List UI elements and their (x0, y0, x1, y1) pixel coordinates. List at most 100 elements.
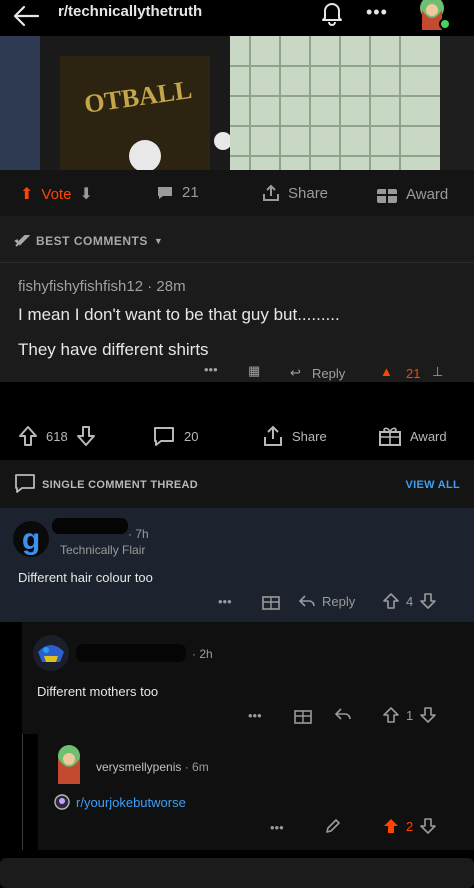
award-label: Award (410, 428, 447, 444)
award-button[interactable]: Award (378, 425, 447, 447)
upvote-icon: ▲ (380, 364, 393, 379)
comment-action-bar: 618 20 Share Award (0, 382, 474, 460)
post-award-button[interactable]: Award (376, 184, 448, 204)
best-comments-sort[interactable]: BEST COMMENTS ▼ (14, 234, 163, 248)
comment-3-votes: 2 (382, 817, 437, 835)
comment-1-time: 7h (135, 527, 149, 541)
share-label: Share (292, 428, 327, 444)
reply-icon[interactable] (334, 706, 352, 722)
gift-icon[interactable] (294, 706, 312, 724)
quoted-author: fishyfishyfishfish12 (18, 278, 144, 295)
upvote-arrow-icon[interactable] (18, 425, 38, 447)
comment-time: · 7h (128, 527, 149, 541)
post-award-label: Award (406, 185, 449, 203)
post-share-button[interactable]: Share (262, 184, 328, 202)
bottom-reply-area (0, 850, 474, 888)
downvote-arrow-icon[interactable] (76, 425, 96, 447)
reply-icon: ↩ (290, 365, 301, 380)
quoted-time: 28m (156, 278, 186, 295)
downvote-icon: ⊥ (432, 364, 444, 379)
downvote-icon[interactable]: ⬇ (79, 184, 92, 204)
gift-icon: ▦ (248, 363, 261, 378)
post-comments-button[interactable]: 21 (156, 184, 199, 201)
gift-icon[interactable] (262, 592, 280, 610)
comment-3-meta: verysmellypenis · 6m (96, 760, 209, 774)
subreddit-link-text: r/yourjokebutworse (76, 794, 186, 810)
downvote-arrow-icon[interactable] (419, 592, 437, 610)
comment-2: · 2h Different mothers too ••• 1 (22, 622, 474, 734)
chevron-down-icon: ▼ (153, 236, 164, 246)
edit-pencil-icon[interactable] (324, 817, 342, 835)
comment-count: 20 (184, 428, 199, 444)
reply-label: Reply (322, 593, 356, 609)
view-all-link[interactable]: VIEW ALL (405, 479, 460, 491)
back-arrow-icon[interactable] (12, 4, 40, 28)
quoted-reply-label: Reply (312, 366, 346, 381)
quoted-score: 21 (406, 366, 421, 381)
more-options-icon[interactable]: ••• (366, 2, 388, 23)
reply-icon (298, 595, 315, 607)
user-avatar[interactable] (414, 0, 450, 30)
quoted-comment-actions: ••• ▦ ↩ Reply ▲ 21 ⊥ (0, 362, 474, 382)
comment-1-text: Different hair colour too (18, 570, 153, 585)
comment-3-score: 2 (406, 818, 414, 834)
downvote-arrow-icon[interactable] (419, 817, 437, 835)
upvote-arrow-icon[interactable] (382, 592, 400, 610)
upvote-arrow-icon[interactable] (382, 706, 400, 724)
upvote-icon[interactable]: ⬆ (20, 184, 33, 204)
user-avatar[interactable] (32, 634, 70, 672)
share-icon (263, 184, 279, 201)
top-bar: r/technicallythetruth ••• (0, 0, 474, 36)
vote-control: 618 (18, 425, 96, 447)
comment-1-votes: 4 (382, 592, 437, 610)
gift-icon (379, 427, 401, 446)
quoted-comment-line-2: They have different shirts (18, 340, 209, 359)
comment-2-text: Different mothers too (37, 684, 159, 699)
comments-button[interactable]: 20 (152, 425, 198, 447)
user-avatar[interactable]: g (12, 520, 50, 558)
sort-label: BEST COMMENTS (36, 234, 148, 248)
more-options-icon[interactable]: ••• (218, 594, 232, 609)
redacted-username (52, 518, 128, 534)
divider (0, 262, 474, 263)
more-options-icon[interactable]: ••• (270, 820, 284, 835)
post-share-label: Share (288, 184, 329, 202)
comment-1-score: 4 (406, 593, 414, 609)
comment-2-time: 2h (199, 647, 213, 661)
subreddit-link[interactable]: r/yourjokebutworse (54, 794, 186, 810)
more-icon: ••• (204, 362, 218, 377)
quoted-comment-meta: fishyfishyfishfish12 · 28m (18, 278, 186, 295)
comment-3-time: 6m (192, 760, 209, 774)
quoted-comment-line-1: I mean I don't want to be that guy but..… (18, 305, 340, 324)
subreddit-title[interactable]: r/technicallythetruth (58, 3, 202, 20)
post-comment-count: 21 (182, 184, 199, 201)
post-action-bar: ⬆ Vote ⬇ 21 Share Award (0, 170, 474, 216)
reply-button[interactable]: Reply (298, 593, 355, 609)
vote-label: Vote (41, 185, 72, 203)
post-image[interactable]: OTBALL (0, 36, 474, 170)
single-thread-header: SINGLE COMMENT THREAD VIEW ALL (0, 460, 474, 508)
user-avatar[interactable] (50, 744, 88, 784)
notification-bell-icon[interactable] (318, 0, 346, 26)
thread-label: SINGLE COMMENT THREAD (42, 479, 199, 491)
comment-3-author[interactable]: verysmellypenis (96, 760, 181, 774)
post-vote-control: ⬆ Vote ⬇ (20, 184, 93, 204)
comment-bubble-icon (15, 474, 35, 493)
downvote-arrow-icon[interactable] (419, 706, 437, 724)
rocket-icon (14, 235, 30, 247)
comment-bubble-icon (154, 427, 174, 446)
comment-1-flair: Technically Flair (60, 543, 146, 557)
upvote-arrow-icon[interactable] (382, 817, 400, 835)
comment-3: verysmellypenis · 6m r/yourjokebutworse … (38, 734, 474, 850)
quoted-comment-image: BEST COMMENTS ▼ fishyfishyfishfish12 · 2… (0, 216, 474, 382)
share-button[interactable]: Share (262, 425, 327, 447)
svg-text:g: g (22, 523, 40, 556)
upvote-count: 618 (46, 428, 68, 444)
comment-2-score: 1 (406, 707, 414, 723)
redacted-username (76, 644, 186, 662)
subreddit-icon (54, 794, 70, 810)
comment-time: · 2h (192, 647, 213, 661)
comment-2-votes: 1 (382, 706, 437, 724)
gift-icon (377, 189, 397, 203)
more-options-icon[interactable]: ••• (248, 708, 262, 723)
